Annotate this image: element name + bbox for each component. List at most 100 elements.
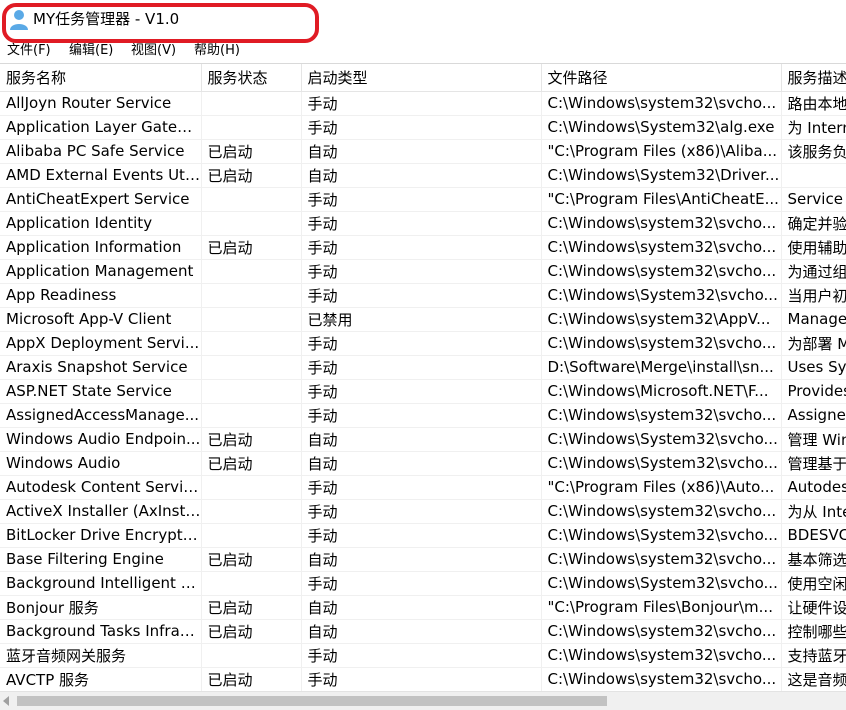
startup-type-cell: 手动	[301, 643, 542, 668]
menu-help[interactable]: 帮助(H)	[193, 42, 241, 60]
service-description-cell: 基本筛选	[781, 547, 846, 572]
startup-type-cell: 自动	[301, 451, 542, 476]
startup-type-cell: 自动	[301, 427, 542, 452]
table-row[interactable]: AssignedAccessManage... 手动 C:\Windows\syst…	[0, 403, 846, 428]
table-row[interactable]: ActiveX Installer (AxInstS... 手动 C:\Window…	[0, 499, 846, 524]
service-name-cell: AssignedAccessManage...	[0, 403, 202, 428]
startup-type-cell: 手动	[301, 355, 542, 380]
services-table: 服务名称 服务状态 启动类型 文件路径 服务描述 AllJoyn Router …	[0, 64, 846, 692]
menu-file[interactable]: 文件(F)	[6, 42, 52, 60]
service-status-cell	[201, 379, 302, 404]
startup-type-cell: 手动	[301, 403, 542, 428]
table-row[interactable]: Application Information 已启动 手动 C:\Windows\s…	[0, 235, 846, 260]
service-status-cell	[201, 115, 302, 140]
table-row[interactable]: AMD External Events Util... 已启动 自动 C:\Windo…	[0, 163, 846, 188]
service-name-cell: BitLocker Drive Encrypti...	[0, 523, 202, 548]
service-description-cell: 管理基于	[781, 451, 846, 476]
scroll-left-arrow-icon[interactable]	[3, 696, 9, 706]
startup-type-cell: 手动	[301, 235, 542, 260]
col-header-path[interactable]: 文件路径	[541, 64, 782, 92]
table-row[interactable]: Autodesk Content Service 手动 "C:\Program Fi…	[0, 475, 846, 500]
file-path-cell: C:\Windows\system32\svcho...	[541, 619, 782, 644]
service-name-cell: 蓝牙音频网关服务	[0, 643, 202, 668]
table-row[interactable]: Araxis Snapshot Service 手动 D:\Software\Mer…	[0, 355, 846, 380]
table-row[interactable]: Background Intelligent T... 手动 C:\Windows\…	[0, 571, 846, 596]
table-row[interactable]: App Readiness 手动 C:\Windows\System32\svcho…	[0, 283, 846, 308]
table-row[interactable]: AllJoyn Router Service 手动 C:\Windows\syste…	[0, 91, 846, 116]
service-status-cell: 已启动	[201, 595, 302, 620]
service-name-cell: AMD External Events Util...	[0, 163, 202, 188]
table-row[interactable]: Base Filtering Engine 已启动 自动 C:\Windows\sys…	[0, 547, 846, 572]
file-path-cell: C:\Windows\system32\svcho...	[541, 547, 782, 572]
startup-type-cell: 手动	[301, 259, 542, 284]
service-name-cell: Application Layer Gatew...	[0, 115, 202, 140]
services-list[interactable]: 服务名称 服务状态 启动类型 文件路径 服务描述 AllJoyn Router …	[0, 63, 846, 692]
table-row[interactable]: Windows Audio Endpoin... 已启动 自动 C:\Windows\…	[0, 427, 846, 452]
file-path-cell: C:\Windows\system32\svcho...	[541, 667, 782, 692]
col-header-status[interactable]: 服务状态	[201, 64, 302, 92]
service-description-cell: 让硬件设	[781, 595, 846, 620]
col-header-name[interactable]: 服务名称	[0, 64, 202, 92]
service-status-cell	[201, 643, 302, 668]
service-status-cell: 已启动	[201, 163, 302, 188]
file-path-cell: C:\Windows\System32\svcho...	[541, 451, 782, 476]
service-description-cell: 使用空闲	[781, 571, 846, 596]
service-status-cell	[201, 403, 302, 428]
table-row[interactable]: BitLocker Drive Encrypti... 手动 C:\Windows\…	[0, 523, 846, 548]
service-status-cell: 已启动	[201, 139, 302, 164]
scrollbar-thumb[interactable]	[17, 696, 607, 706]
startup-type-cell: 自动	[301, 547, 542, 572]
table-row[interactable]: Background Tasks Infrast... 已启动 自动 C:\Windo…	[0, 619, 846, 644]
table-row[interactable]: ASP.NET State Service 手动 C:\Windows\Micros…	[0, 379, 846, 404]
service-name-cell: Background Intelligent T...	[0, 571, 202, 596]
startup-type-cell: 手动	[301, 667, 542, 692]
service-status-cell	[201, 523, 302, 548]
service-name-cell: Bonjour 服务	[0, 595, 202, 620]
table-row[interactable]: AVCTP 服务 已启动 手动 C:\Windows\system32\svcho..…	[0, 667, 846, 692]
startup-type-cell: 自动	[301, 163, 542, 188]
file-path-cell: "C:\Program Files (x86)\Aliba...	[541, 139, 782, 164]
horizontal-scrollbar[interactable]	[0, 691, 846, 710]
table-row[interactable]: AppX Deployment Servi... 手动 C:\Windows\sys…	[0, 331, 846, 356]
table-row[interactable]: Alibaba PC Safe Service 已启动 自动 "C:\Program …	[0, 139, 846, 164]
service-description-cell: Autodes	[781, 475, 846, 500]
menu-view[interactable]: 视图(V)	[130, 42, 177, 60]
service-description-cell: 为从 Inte	[781, 499, 846, 524]
file-path-cell: "C:\Program Files\Bonjour\m...	[541, 595, 782, 620]
file-path-cell: C:\Windows\system32\AppV...	[541, 307, 782, 332]
service-name-cell: Alibaba PC Safe Service	[0, 139, 202, 164]
startup-type-cell: 手动	[301, 499, 542, 524]
file-path-cell: D:\Software\Merge\install\sn...	[541, 355, 782, 380]
table-row[interactable]: Microsoft App-V Client 已禁用 C:\Windows\syst…	[0, 307, 846, 332]
table-row[interactable]: Bonjour 服务 已启动 自动 "C:\Program Files\Bonjour…	[0, 595, 846, 620]
table-row[interactable]: Application Layer Gatew... 手动 C:\Windows\S…	[0, 115, 846, 140]
startup-type-cell: 手动	[301, 523, 542, 548]
file-path-cell: C:\Windows\System32\alg.exe	[541, 115, 782, 140]
service-status-cell	[201, 91, 302, 116]
service-status-cell	[201, 187, 302, 212]
startup-type-cell: 已禁用	[301, 307, 542, 332]
service-description-cell: BDESVC	[781, 523, 846, 548]
service-description-cell: 路由本地	[781, 91, 846, 116]
user-icon	[10, 10, 28, 30]
title-bar: MY任务管理器 - V1.0	[0, 0, 846, 40]
table-row[interactable]: Application Identity 手动 C:\Windows\system3…	[0, 211, 846, 236]
file-path-cell: C:\Windows\system32\svcho...	[541, 499, 782, 524]
col-header-startup[interactable]: 启动类型	[301, 64, 542, 92]
service-name-cell: Autodesk Content Service	[0, 475, 202, 500]
table-row[interactable]: Windows Audio 已启动 自动 C:\Windows\System32\sv…	[0, 451, 846, 476]
startup-type-cell: 手动	[301, 331, 542, 356]
service-name-cell: Application Information	[0, 235, 202, 260]
service-status-cell	[201, 331, 302, 356]
service-status-cell	[201, 259, 302, 284]
table-row[interactable]: 蓝牙音频网关服务 手动 C:\Windows\system32\svcho... 支持…	[0, 643, 846, 668]
service-name-cell: AllJoyn Router Service	[0, 91, 202, 116]
startup-type-cell: 手动	[301, 379, 542, 404]
col-header-description[interactable]: 服务描述	[781, 64, 846, 92]
table-row[interactable]: AntiCheatExpert Service 手动 "C:\Program Fil…	[0, 187, 846, 212]
service-status-cell: 已启动	[201, 451, 302, 476]
table-row[interactable]: Application Management 手动 C:\Windows\syste…	[0, 259, 846, 284]
file-path-cell: C:\Windows\system32\svcho...	[541, 211, 782, 236]
file-path-cell: C:\Windows\System32\svcho...	[541, 571, 782, 596]
menu-edit[interactable]: 编辑(E)	[68, 42, 114, 60]
